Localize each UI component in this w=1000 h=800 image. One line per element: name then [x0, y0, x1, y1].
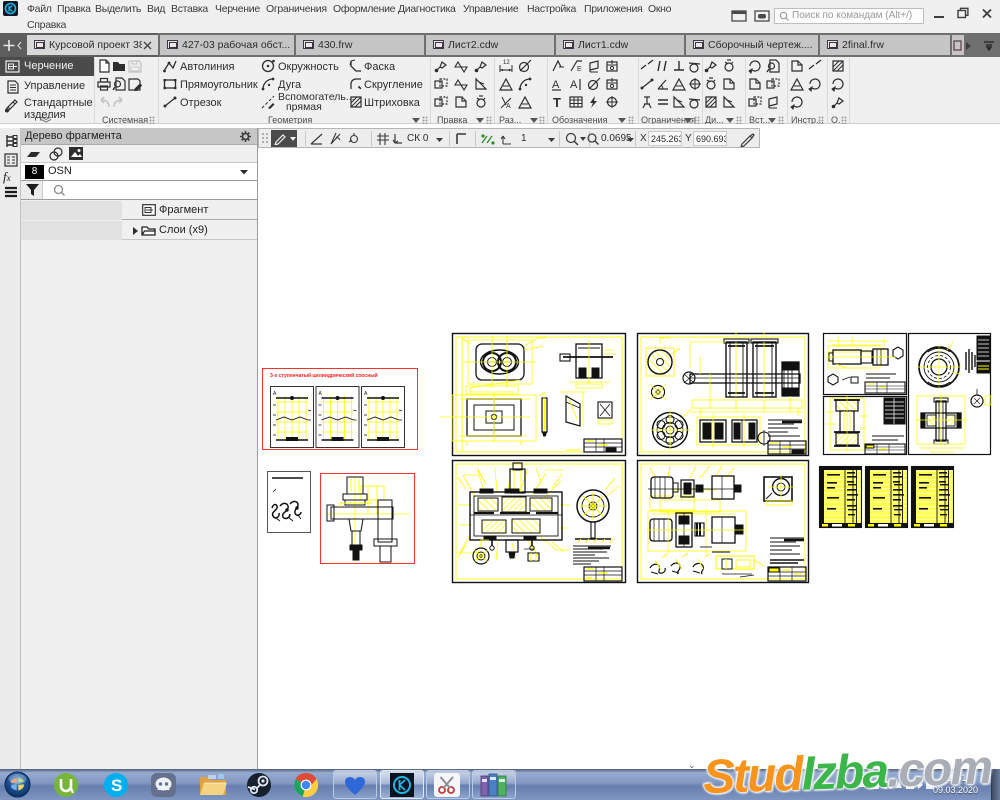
svg-text:S: S	[111, 776, 122, 795]
svg-text:3-х ступенчатый цилиндрический: 3-х ступенчатый цилиндрический соосный	[270, 372, 378, 379]
